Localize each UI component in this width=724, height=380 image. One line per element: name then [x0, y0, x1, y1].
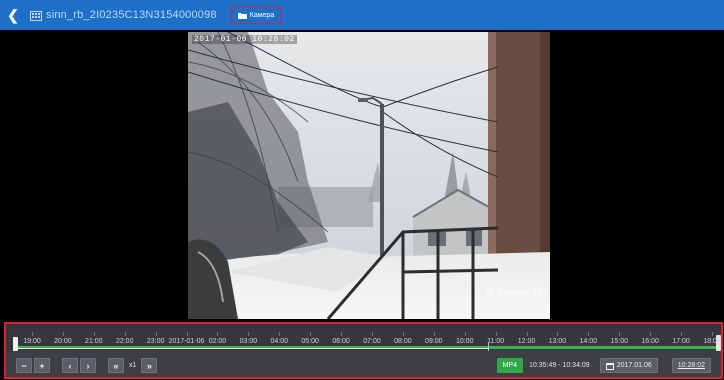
playback-controls: − + ‹ › « x1 » MP4 10:35:49 - 10:34:09 2… — [6, 354, 721, 377]
header-bar: ❮ sinn_rb_2I0235C13N3154000098 Камера — [0, 0, 724, 30]
prev-frame-button[interactable]: ‹ — [62, 358, 78, 373]
timeline-tick-mark — [32, 332, 33, 336]
timeline-tick-mark — [588, 332, 590, 336]
timeline-tick-label: 2017-01-06 — [168, 338, 205, 345]
date-value: 2017.01.06 — [616, 362, 652, 369]
timeline-tick-label: 03:00 — [239, 338, 258, 345]
timeline-tick-label: 21:00 — [85, 338, 103, 345]
timeline-tick-label: 16:00 — [641, 338, 659, 345]
plus-icon: + — [39, 360, 45, 371]
timeline-tick-mark — [124, 332, 126, 336]
next-frame-button[interactable]: › — [80, 358, 96, 373]
timeline-panel: 19:00 20:00 21:00 22:00 23:00 2017-01-06 02:00… — [4, 322, 723, 379]
timeline-ruler[interactable]: 19:00 20:00 21:00 22:00 23:00 2017-01-06 02:00… — [6, 324, 721, 351]
playhead-cursor[interactable] — [488, 343, 489, 351]
timeline-tick-mark — [186, 332, 188, 336]
timeline-tick-label: 17:00 — [672, 338, 690, 345]
speed-label: x1 — [129, 362, 137, 369]
video-player[interactable]: 2017-01-06 10:28:02 IP Camera 14 — [188, 32, 550, 319]
timeline-tick-mark — [372, 332, 373, 336]
timeline-tick-label: 18:00 — [703, 338, 721, 345]
timeline-tick-mark — [155, 332, 157, 336]
timeline-tick-label: 07:00 — [363, 338, 381, 345]
selected-range: 10:35:49 - 10:34:09 — [528, 362, 590, 369]
timeline-left-handle[interactable] — [13, 337, 18, 351]
playback-app: ❮ sinn_rb_2I0235C13N3154000098 Камера 20… — [0, 0, 724, 380]
timeline-tick-label: 04:00 — [270, 338, 289, 345]
timeline-tick-mark — [619, 332, 621, 336]
video-area: 2017-01-06 10:28:02 IP Camera 14 — [0, 30, 724, 321]
timeline-tick-label: 11:00 — [487, 338, 505, 345]
chevron-right-icon: › — [86, 360, 90, 371]
osd-timestamp: 2017-01-06 10:28:02 — [192, 35, 297, 44]
back-button[interactable]: ❮ — [0, 0, 26, 30]
faster-button[interactable]: » — [141, 358, 158, 373]
timeline-tick-mark — [248, 332, 250, 336]
timeline-tick-label: 19:00 — [23, 338, 41, 345]
timeline-tick-mark — [526, 332, 528, 336]
zoom-out-button[interactable]: − — [16, 358, 32, 373]
zoom-in-button[interactable]: + — [34, 358, 50, 373]
timeline-tick-label: 23:00 — [146, 338, 165, 345]
timeline-tick-label: 10:00 — [455, 338, 474, 345]
timeline-tick-label: 13:00 — [548, 338, 567, 345]
timeline-tick-label: 08:00 — [394, 338, 412, 345]
timeline-tick-mark — [341, 332, 343, 336]
timeline-tick-label: 02:00 — [208, 338, 227, 345]
timeline-tick-mark — [495, 332, 497, 336]
timeline-tick-mark — [217, 332, 219, 336]
timeline-tick-label: 22:00 — [115, 338, 134, 345]
timeline-tick-label: 14:00 — [579, 338, 598, 345]
timeline-tick-mark — [464, 332, 466, 336]
timeline-tick-label: 06:00 — [332, 338, 350, 345]
double-chevron-right-icon: » — [146, 360, 152, 371]
timeline-tick-mark — [62, 332, 64, 336]
timeline-tick-mark — [279, 332, 281, 336]
timeline-tick-mark — [681, 332, 683, 336]
folder-icon — [237, 12, 247, 19]
timeline-tick-label: 20:00 — [54, 338, 72, 345]
slower-button[interactable]: « — [108, 358, 124, 373]
playback-progress — [16, 348, 488, 349]
calendar-icon — [605, 362, 614, 370]
timeline-tick-mark — [557, 332, 559, 336]
double-chevron-left-icon: « — [113, 360, 119, 371]
mp4-export-button[interactable]: MP4 — [496, 358, 523, 373]
camera-title: sinn_rb_2I0235C13N3154000098 — [46, 9, 217, 21]
camera-mode-label: Камера — [249, 11, 275, 19]
camera-icon — [30, 10, 42, 21]
minus-icon: − — [21, 360, 27, 371]
date-picker-button[interactable]: 2017.01.06 — [599, 358, 658, 373]
timeline-tick-mark — [433, 332, 435, 336]
timeline-tick-label: 15:00 — [610, 338, 629, 345]
video-frame-image — [188, 32, 550, 319]
timeline-tick-mark — [310, 332, 312, 336]
timeline-tick-label: 05:00 — [301, 338, 319, 345]
timeline-tick-label: 09:00 — [425, 338, 443, 345]
timeline-tick-label: 12:00 — [517, 338, 536, 345]
timeline-tick-mark — [650, 332, 652, 336]
timeline-tick-mark — [402, 332, 404, 336]
timeline-tick-mark — [712, 332, 713, 336]
osd-camera-name: IP Camera 14 — [486, 288, 542, 297]
time-picker-button[interactable]: 10:28:02 — [671, 358, 711, 373]
timeline-tick-mark — [93, 332, 95, 336]
camera-mode-button[interactable]: Камера — [230, 6, 282, 24]
chevron-left-icon: ❮ — [7, 6, 19, 23]
chevron-left-icon: ‹ — [68, 360, 72, 371]
